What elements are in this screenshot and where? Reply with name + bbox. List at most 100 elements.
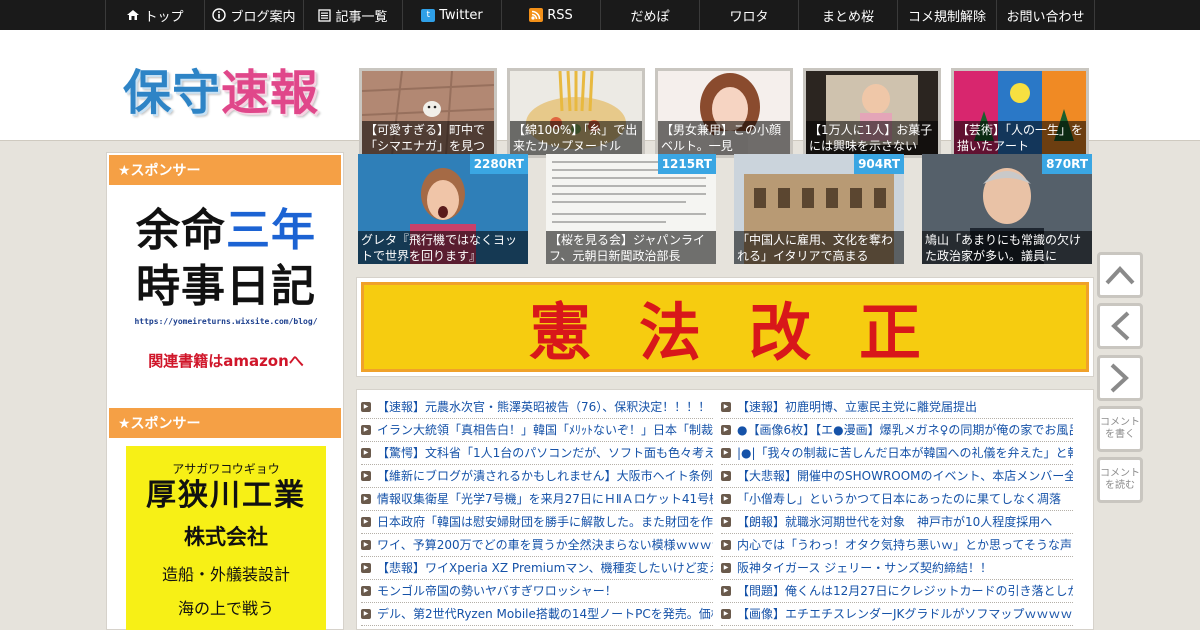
bullet-arrow-icon: ▶ xyxy=(361,471,371,481)
rt-article-card[interactable]: 2280RT グレタ『飛行機ではなくヨットで世界を回ります』 xyxy=(358,154,528,264)
nav-matome-sakura[interactable]: まとめ桜 xyxy=(798,0,897,30)
write-comment-button[interactable]: コメントを書く xyxy=(1097,406,1143,452)
nav-damepo[interactable]: だめぽ xyxy=(600,0,699,30)
nav-label: まとめ桜 xyxy=(821,9,874,25)
rt-article-card[interactable]: 870RT 鳩山「あまりにも常識の欠けた政治家が多い。議員に xyxy=(922,154,1092,264)
bullet-arrow-icon: ▶ xyxy=(721,563,731,573)
bullet-arrow-icon: ▶ xyxy=(721,471,731,481)
rt-count-badge: 1215RT xyxy=(657,154,716,174)
article-list-item[interactable]: ▶ デル、第2世代Ryzen Mobile搭載の14型ノートPCを発売。価格は xyxy=(361,603,713,626)
article-list-right-column: ▶ 【速報】初鹿明博、立憲民主党に離党届提出 ▶ ●【画像6枚】【エ●漫画】爆乳メガネ… xyxy=(721,396,1073,626)
rt-article-card[interactable]: 904RT 「中国人に雇用、文化を奪われる」イタリアで高まる xyxy=(734,154,904,264)
article-title: 阪神タイガース ジェリー・サンズ契約締結！！ xyxy=(737,561,992,575)
article-list-item[interactable]: ▶ 日本政府「韓国は慰安婦財団を勝手に解散した。また財団を作 xyxy=(361,511,713,534)
article-list-item[interactable]: ▶ 【速報】元農水次官・熊澤英昭被告（76）、保釈決定！！！！ xyxy=(361,396,713,419)
thumb-caption: 【1万人に1人】お菓子には興味を示さない xyxy=(806,121,938,155)
ad-company-kana: アサガワコウギョウ xyxy=(172,462,280,476)
home-icon xyxy=(126,9,140,21)
nav-article-list[interactable]: 記事一覧 xyxy=(303,0,402,30)
article-list-item[interactable]: ▶ 情報収集衛星「光学7号機」を来月27日にＨⅡＡロケット41号機 xyxy=(361,488,713,511)
nav-rss[interactable]: RSS xyxy=(501,0,600,30)
article-title: 【画像】エチエチスレンダーJKグラドルがソフマップｗｗｗｗ xyxy=(737,607,1073,621)
header-article-thumb[interactable]: 【可愛すぎる】町中で「シマエナガ」を見つけたｗｗｗ xyxy=(359,68,497,158)
article-list-item[interactable]: ▶ 「小僧寿し」というかつて日本にあったのに果てしなく凋落 xyxy=(721,488,1073,511)
article-title: |●|「我々の制裁に苦しんだ日本が韓国への礼儀を弁えた」と韓 xyxy=(737,446,1073,460)
header-article-thumb[interactable]: 【芸術】「人の一生」を描いたアート xyxy=(951,68,1089,158)
nav-label: コメ規制解除 xyxy=(907,9,986,25)
nav-warota[interactable]: ワロタ xyxy=(699,0,798,30)
site-header: 保守速報 【可愛すぎる】町中で「シマエナガ」を見つけたｗｗｗ 【綿100%】「糸… xyxy=(0,30,1200,158)
card-caption: 「中国人に雇用、文化を奪われる」イタリアで高まる xyxy=(734,231,904,264)
ad-heading-part2: 三年 xyxy=(226,205,316,256)
thumb-caption: 【男女兼用】この小顔ベルト。一見 xyxy=(658,121,790,155)
forward-button[interactable] xyxy=(1097,355,1143,401)
header-article-thumb[interactable]: 【男女兼用】この小顔ベルト。一見 xyxy=(655,68,793,158)
header-article-thumb[interactable]: 【綿100%】「糸」で出来たカップヌードル xyxy=(507,68,645,158)
sponsor-ad-asagawa[interactable]: アサガワコウギョウ 厚狭川工業 株式会社 造船・外艤装設計 海の上で戦う xyxy=(126,446,326,630)
article-title: 【大悲報】開催中のSHOWROOMのイベント、本店メンバー全 xyxy=(737,469,1073,483)
article-title: 【速報】初鹿明博、立憲民主党に離党届提出 xyxy=(737,400,978,414)
article-title: デル、第2世代Ryzen Mobile搭載の14型ノートPCを発売。価格は xyxy=(377,607,713,621)
bullet-arrow-icon: ▶ xyxy=(361,425,371,435)
nav-twitter[interactable]: t Twitter xyxy=(402,0,501,30)
ad-company-business: 造船・外艤装設計 xyxy=(161,565,290,584)
sponsor-title: ★スポンサー xyxy=(109,408,341,438)
article-list-item[interactable]: ▶ |●|「我々の制裁に苦しんだ日本が韓国への礼儀を弁えた」と韓 xyxy=(721,442,1073,465)
article-list-item[interactable]: ▶ 【問題】俺くんは12月27日にクレジットカードの引き落としが xyxy=(721,580,1073,603)
article-list-item[interactable]: ▶ 【朗報】就職氷河期世代を対象 神戸市が10人程度採用へ xyxy=(721,511,1073,534)
nav-label: だめぽ xyxy=(630,9,670,25)
back-button[interactable] xyxy=(1097,303,1143,349)
sponsor-ad-yomei[interactable]: 余命三年 時事日記 https://yomeireturns.wixsite.c… xyxy=(126,203,326,371)
bullet-arrow-icon: ▶ xyxy=(721,448,731,458)
article-list-item[interactable]: ▶ 【維新にブログが潰されるかもしれません】大阪市ヘイト条例 xyxy=(361,465,713,488)
twitter-icon: t xyxy=(421,8,436,22)
thumb-caption: 【芸術】「人の一生」を描いたアート xyxy=(954,121,1086,155)
read-comment-button[interactable]: コメントを読む xyxy=(1097,457,1143,503)
nav-top[interactable]: トップ xyxy=(105,0,204,30)
card-caption: グレタ『飛行機ではなくヨットで世界を回ります』 xyxy=(358,231,528,264)
chevron-right-icon xyxy=(1110,363,1129,393)
site-logo[interactable]: 保守速報 xyxy=(123,53,319,123)
scroll-top-button[interactable] xyxy=(1097,252,1143,298)
article-list-item[interactable]: ▶ モンゴル帝国の勢いヤバすぎワロッシャー！ xyxy=(361,580,713,603)
article-title: 「小僧寿し」というかつて日本にあったのに果てしなく凋落 xyxy=(737,492,1062,506)
nav-comment-unban[interactable]: コメ規制解除 xyxy=(897,0,996,30)
nav-blog-guide[interactable]: ブログ案内 xyxy=(204,0,303,30)
article-title: ●【画像6枚】【エ●漫画】爆乳メガネ♀の同期が俺の家でお風呂 xyxy=(737,423,1073,437)
rt-article-card[interactable]: 1215RT 【桜を見る会】ジャパンライフ、元朝日新聞政治部長 xyxy=(546,154,716,264)
nav-label: ワロタ xyxy=(729,9,769,25)
ad-heading: 余命三年 xyxy=(126,203,326,259)
bullet-arrow-icon: ▶ xyxy=(361,586,371,596)
article-title: モンゴル帝国の勢いヤバすぎワロッシャー！ xyxy=(377,584,617,598)
rt-count-badge: 870RT xyxy=(1042,154,1092,174)
article-list-item[interactable]: ▶ 【悲報】ワイXperia XZ Premiumマン、機種変したいけど変えた xyxy=(361,557,713,580)
bullet-arrow-icon: ▶ xyxy=(361,517,371,527)
article-list-item[interactable]: ▶ ワイ、予算200万でどの車を買うか全然決まらない模様ｗｗｗｗ xyxy=(361,534,713,557)
bullet-arrow-icon: ▶ xyxy=(721,517,731,527)
thumb-caption: 【綿100%】「糸」で出来たカップヌードル xyxy=(510,121,642,155)
article-list-item[interactable]: ▶ 【驚愕】文科省「1人1台のパソコンだが、ソフト面も色々考え xyxy=(361,442,713,465)
header-article-thumb[interactable]: 【1万人に1人】お菓子には興味を示さない xyxy=(803,68,941,158)
article-list-item[interactable]: ▶ 阪神タイガース ジェリー・サンズ契約締結！！ xyxy=(721,557,1073,580)
rss-icon xyxy=(529,8,544,22)
ad-amazon-link[interactable]: 関連書籍はamazonへ xyxy=(126,350,326,371)
bullet-arrow-icon: ▶ xyxy=(361,563,371,573)
article-list-item[interactable]: ▶ 【速報】初鹿明博、立憲民主党に離党届提出 xyxy=(721,396,1073,419)
chevron-up-icon xyxy=(1105,266,1135,285)
nav-contact[interactable]: お問い合わせ xyxy=(996,0,1095,30)
article-title: 情報収集衛星「光学7号機」を来月27日にＨⅡＡロケット41号機 xyxy=(377,492,713,506)
article-list-item[interactable]: ▶ 【画像】エチエチスレンダーJKグラドルがソフマップｗｗｗｗ xyxy=(721,603,1073,626)
card-caption: 【桜を見る会】ジャパンライフ、元朝日新聞政治部長 xyxy=(546,231,716,264)
article-list-left-column: ▶ 【速報】元農水次官・熊澤英昭被告（76）、保釈決定！！！！ ▶ イラン大統領「真相… xyxy=(361,396,713,626)
article-title: 日本政府「韓国は慰安婦財団を勝手に解散した。また財団を作 xyxy=(377,515,713,529)
constitution-banner[interactable]: 憲法改正 xyxy=(356,277,1094,377)
article-title: 【驚愕】文科省「1人1台のパソコンだが、ソフト面も色々考え xyxy=(377,446,713,460)
article-list-item[interactable]: ▶ 内心では「うわっ！オタク気持ち悪いｗ」とか思ってそうな声 xyxy=(721,534,1073,557)
article-list-item[interactable]: ▶ イラン大統領「真相告白！」韓国「ﾒﾘｯﾄないぞ！」日本「制裁 xyxy=(361,419,713,442)
nav-label: RSS xyxy=(547,7,573,23)
card-caption: 鳩山「あまりにも常識の欠けた政治家が多い。議員に xyxy=(922,231,1092,264)
rt-count-badge: 2280RT xyxy=(469,154,528,174)
article-list-item[interactable]: ▶ 【大悲報】開催中のSHOWROOMのイベント、本店メンバー全 xyxy=(721,465,1073,488)
bullet-arrow-icon: ▶ xyxy=(361,494,371,504)
article-list-item[interactable]: ▶ ●【画像6枚】【エ●漫画】爆乳メガネ♀の同期が俺の家でお風呂 xyxy=(721,419,1073,442)
